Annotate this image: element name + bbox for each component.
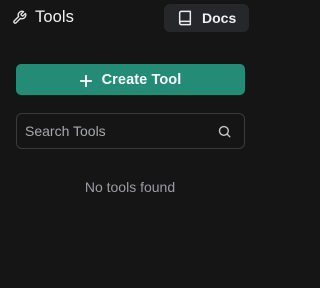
- search-input[interactable]: [25, 123, 217, 139]
- page-title: Tools: [35, 8, 75, 26]
- wrench-icon: [12, 10, 27, 25]
- panel-header: Tools Docs: [0, 0, 257, 36]
- plus-icon: [79, 74, 92, 87]
- tools-panel: Tools Docs Create Tool Search Tools No t…: [0, 0, 257, 288]
- header-title-group: Tools: [12, 8, 74, 27]
- search-icon[interactable]: [217, 124, 232, 139]
- create-tool-button[interactable]: Create Tool: [16, 64, 245, 95]
- docs-button[interactable]: Docs: [164, 4, 249, 32]
- book-icon: [177, 10, 193, 26]
- search-field[interactable]: [16, 113, 245, 149]
- create-tool-label: Create Tool: [101, 71, 182, 88]
- empty-state-message: No tools found: [84, 179, 176, 195]
- docs-button-label: Docs: [202, 10, 237, 26]
